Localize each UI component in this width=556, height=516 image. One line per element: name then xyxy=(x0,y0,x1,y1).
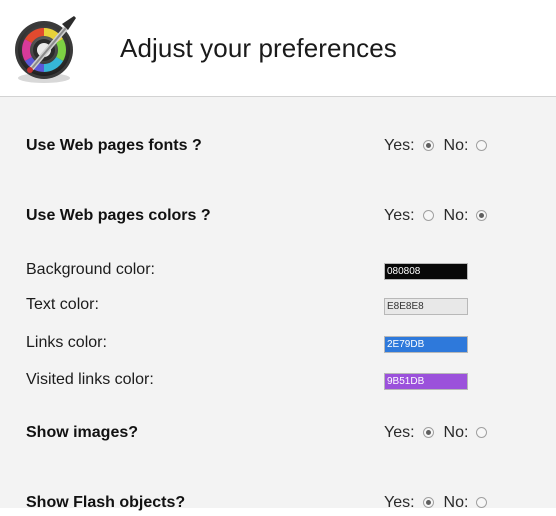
web-fonts-no-label: No: xyxy=(443,137,469,154)
show-flash-yes-radio[interactable] xyxy=(422,496,434,508)
web-fonts-options: Yes: No: xyxy=(384,137,488,155)
show-flash-label: Show Flash objects? xyxy=(26,494,186,511)
web-fonts-no-radio[interactable] xyxy=(476,139,488,151)
color-picker-icon xyxy=(15,16,76,83)
show-flash-no-label: No: xyxy=(443,494,469,511)
background-color-field[interactable]: 080808 xyxy=(384,263,468,280)
show-flash-no-radio[interactable] xyxy=(476,496,488,508)
show-images-no-label: No: xyxy=(443,424,469,441)
pref-row-show-images: Show images? Yes: No: xyxy=(0,422,556,446)
show-images-no-radio[interactable] xyxy=(476,426,488,438)
web-colors-no-radio[interactable] xyxy=(476,209,488,221)
color-row-visited-links: Visited links color: 9B51DB xyxy=(0,369,556,393)
web-fonts-yes-label: Yes: xyxy=(384,137,415,154)
links-color-label: Links color: xyxy=(26,334,107,351)
color-row-text: Text color: E8E8E8 xyxy=(0,294,556,318)
web-colors-label: Use Web pages colors ? xyxy=(26,207,211,224)
visited-links-color-label: Visited links color: xyxy=(26,371,154,388)
text-color-field[interactable]: E8E8E8 xyxy=(384,298,468,315)
color-row-background: Background color: 080808 xyxy=(0,259,556,283)
web-colors-options: Yes: No: xyxy=(384,207,488,225)
visited-links-color-field[interactable]: 9B51DB xyxy=(384,373,468,390)
show-images-label: Show images? xyxy=(26,424,139,441)
color-row-links: Links color: 2E79DB xyxy=(0,332,556,356)
header: Adjust your preferences xyxy=(0,0,556,96)
pref-row-web-colors: Use Web pages colors ? Yes: No: xyxy=(0,205,556,229)
show-flash-options: Yes: No: xyxy=(384,494,488,512)
background-color-label: Background color: xyxy=(26,261,155,278)
show-images-yes-radio[interactable] xyxy=(422,426,434,438)
page-title: Adjust your preferences xyxy=(120,33,397,63)
pref-row-show-flash: Show Flash objects? Yes: No: xyxy=(0,492,556,516)
web-colors-yes-label: Yes: xyxy=(384,207,415,224)
show-images-yes-label: Yes: xyxy=(384,424,415,441)
preferences-panel: Use Web pages fonts ? Yes: No: Use Web pa… xyxy=(0,96,556,511)
show-flash-yes-label: Yes: xyxy=(384,494,415,511)
show-images-options: Yes: No: xyxy=(384,424,488,442)
web-fonts-yes-radio[interactable] xyxy=(422,139,434,151)
web-fonts-label: Use Web pages fonts ? xyxy=(26,137,202,154)
links-color-field[interactable]: 2E79DB xyxy=(384,336,468,353)
pref-row-web-fonts: Use Web pages fonts ? Yes: No: xyxy=(0,135,556,159)
web-colors-yes-radio[interactable] xyxy=(422,209,434,221)
web-colors-no-label: No: xyxy=(443,207,469,224)
text-color-label: Text color: xyxy=(26,296,99,313)
